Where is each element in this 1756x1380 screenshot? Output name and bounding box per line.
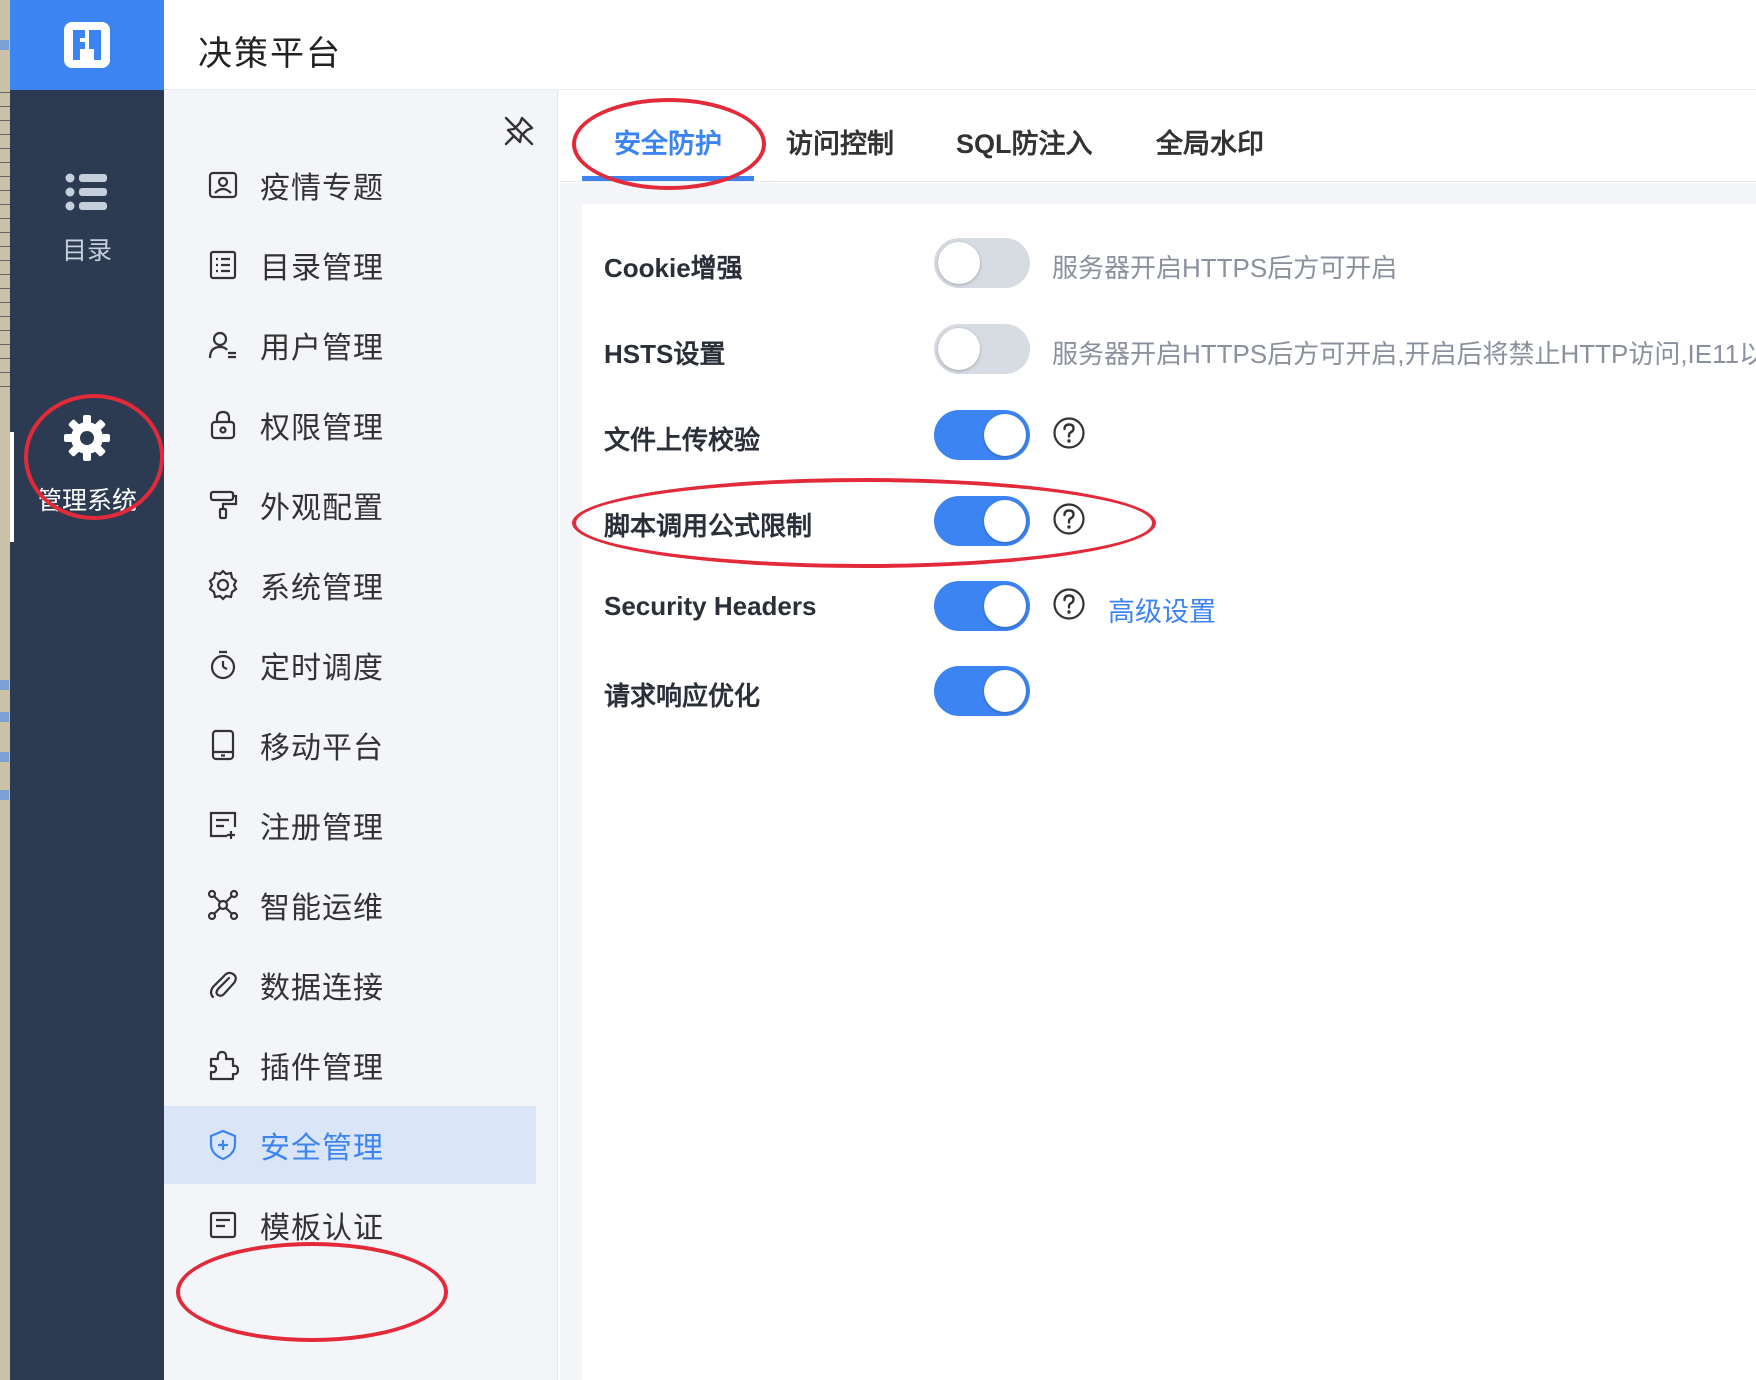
setting-label: HSTS设置	[604, 339, 726, 369]
setting-row-response-optimization: 请求响应优化	[582, 662, 1756, 722]
tab-global-watermark[interactable]: 全局水印	[1156, 122, 1264, 161]
submenu-item-label: 外观配置	[260, 492, 384, 525]
submenu-item-label: 定时调度	[260, 652, 384, 685]
gear-icon	[64, 415, 110, 461]
paperclip-icon	[206, 968, 240, 1002]
paint-roller-icon	[206, 488, 240, 522]
submenu-item-label: 权限管理	[260, 412, 384, 445]
adjacent-window-edge	[0, 0, 10, 1380]
setting-hint: 服务器开启HTTPS后方可开启,开启后将禁止HTTP访问,IE11以	[1052, 339, 1756, 369]
setting-label: 请求响应优化	[604, 681, 761, 711]
submenu-item-ops[interactable]: 智能运维	[164, 866, 536, 944]
script-formula-toggle[interactable]	[934, 496, 1030, 546]
list-doc-icon	[206, 248, 240, 282]
setting-row-cookie: Cookie增强 服务器开启HTTPS后方可开启	[582, 234, 1756, 294]
submenu-item-label: 模板认证	[260, 1212, 384, 1245]
setting-label: Security Headers	[604, 591, 817, 621]
network-icon	[206, 888, 240, 922]
submenu-item-epidemic[interactable]: 疫情专题	[164, 146, 536, 224]
submenu-item-label: 注册管理	[260, 812, 384, 845]
submenu-item-mobile[interactable]: 移动平台	[164, 706, 536, 784]
help-icon[interactable]	[1052, 587, 1086, 621]
setting-label: Cookie增强	[604, 253, 743, 283]
submenu-item-appearance[interactable]: 外观配置	[164, 466, 536, 544]
monitor-badge-icon	[206, 168, 240, 202]
submenu-item-label: 疫情专题	[260, 172, 384, 205]
security-headers-toggle[interactable]	[934, 581, 1030, 631]
submenu-item-label: 插件管理	[260, 1052, 384, 1085]
management-submenu: 疫情专题 目录管理 用户管理 权限管理 外观配置 系统管理 定时调度 移动平台 …	[164, 90, 558, 1380]
hsts-toggle[interactable]	[934, 324, 1030, 374]
unpin-icon	[504, 116, 534, 146]
rail-item-management[interactable]: 管理系统	[10, 414, 164, 517]
help-icon[interactable]	[1052, 416, 1086, 450]
template-icon	[206, 1208, 240, 1242]
rail-item-catalog[interactable]: 目录	[10, 172, 164, 267]
setting-row-security-headers: Security Headers 高级设置	[582, 577, 1756, 637]
submenu-item-template-auth[interactable]: 模板认证	[164, 1186, 536, 1264]
list-icon	[65, 173, 107, 211]
file-upload-toggle[interactable]	[934, 410, 1030, 460]
submenu-item-users[interactable]: 用户管理	[164, 306, 536, 384]
submenu-item-security[interactable]: 安全管理	[164, 1106, 536, 1184]
security-tabs: 安全防护 访问控制 SQL防注入 全局水印	[560, 90, 1756, 182]
nav-rail: 目录 管理系统	[10, 0, 164, 1380]
app-logo[interactable]	[10, 0, 164, 90]
rail-item-label: 管理系统	[36, 487, 137, 515]
pin-button[interactable]	[502, 114, 536, 148]
submenu-item-label: 智能运维	[260, 892, 384, 925]
top-bar: 决策平台	[164, 0, 1756, 90]
help-icon[interactable]	[1052, 502, 1086, 536]
submenu-item-permissions[interactable]: 权限管理	[164, 386, 536, 464]
logo-icon	[64, 22, 110, 68]
lock-icon	[206, 408, 240, 442]
cookie-toggle[interactable]	[934, 238, 1030, 288]
submenu-item-label: 数据连接	[260, 972, 384, 1005]
shield-icon	[206, 1128, 240, 1162]
user-icon	[206, 328, 240, 362]
gear-outline-icon	[206, 568, 240, 602]
submenu-item-label: 移动平台	[260, 732, 384, 765]
app-title: 决策平台	[198, 35, 342, 73]
submenu-item-plugins[interactable]: 插件管理	[164, 1026, 536, 1104]
submenu-item-registration[interactable]: 注册管理	[164, 786, 536, 864]
setting-hint: 服务器开启HTTPS后方可开启	[1052, 253, 1398, 283]
setting-row-file-upload: 文件上传校验	[582, 406, 1756, 466]
security-settings-panel: Cookie增强 服务器开启HTTPS后方可开启 HSTS设置 服务器开启HTT…	[582, 204, 1756, 1380]
submenu-item-label: 目录管理	[260, 252, 384, 285]
submenu-item-label: 安全管理	[260, 1132, 384, 1165]
tablet-icon	[206, 728, 240, 762]
rail-item-label: 目录	[61, 237, 112, 265]
submenu-item-system[interactable]: 系统管理	[164, 546, 536, 624]
timer-icon	[206, 648, 240, 682]
submenu-item-catalog[interactable]: 目录管理	[164, 226, 536, 304]
setting-label: 脚本调用公式限制	[604, 511, 813, 541]
setting-row-hsts: HSTS设置 服务器开启HTTPS后方可开启,开启后将禁止HTTP访问,IE11…	[582, 320, 1756, 380]
setting-row-script-formula: 脚本调用公式限制	[582, 492, 1756, 552]
submenu-item-label: 系统管理	[260, 572, 384, 605]
tab-security-protection[interactable]: 安全防护	[614, 122, 722, 161]
submenu-item-schedule[interactable]: 定时调度	[164, 626, 536, 704]
puzzle-icon	[206, 1048, 240, 1082]
register-icon	[206, 808, 240, 842]
submenu-item-label: 用户管理	[260, 332, 384, 365]
tab-access-control[interactable]: 访问控制	[786, 122, 894, 161]
tab-sql-injection[interactable]: SQL防注入	[956, 122, 1093, 161]
advanced-settings-link[interactable]: 高级设置	[1108, 590, 1216, 629]
submenu-item-data-connection[interactable]: 数据连接	[164, 946, 536, 1024]
response-optimization-toggle[interactable]	[934, 666, 1030, 716]
active-tab-indicator	[582, 176, 754, 181]
setting-label: 文件上传校验	[604, 425, 761, 455]
